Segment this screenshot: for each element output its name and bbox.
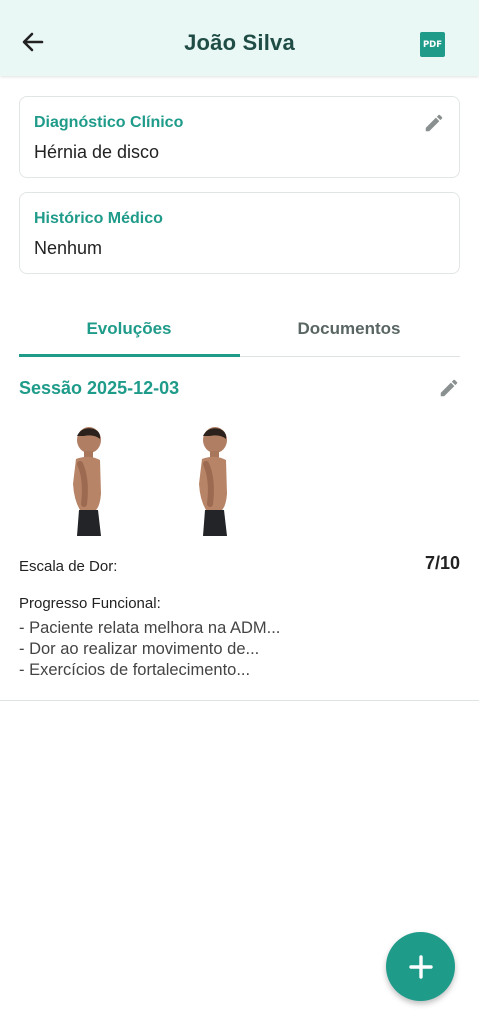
pain-scale-value: 7/10	[424, 553, 460, 573]
history-value: Nenhum	[34, 238, 103, 258]
tab-evolucoes[interactable]: Evoluções	[19, 307, 239, 357]
app-bar: João Silva PDF	[0, 0, 479, 76]
session-divider	[0, 700, 479, 701]
tab-documentos[interactable]: Documentos	[239, 307, 459, 357]
history-card: Histórico Médico Nenhum	[19, 192, 460, 274]
diagnosis-label: Diagnóstico Clínico	[34, 114, 184, 131]
plus-icon	[408, 954, 433, 979]
posture-photo[interactable]	[56, 424, 120, 538]
posture-photo[interactable]	[182, 424, 246, 538]
tab-bar: Evoluções Documentos	[19, 307, 460, 357]
progress-note-line: - Exercícios de fortalecimento...	[19, 661, 251, 679]
pain-scale-label: Escala de Dor:	[19, 558, 118, 575]
pdf-icon: PDF	[422, 39, 443, 50]
pdf-export-button[interactable]: PDF	[420, 32, 445, 57]
page-title: João Silva	[184, 30, 295, 55]
pencil-icon	[425, 114, 443, 132]
progress-notes: - Paciente relata melhora na ADM... - Do…	[19, 618, 280, 681]
progress-note-line: - Dor ao realizar movimento de...	[19, 640, 260, 658]
edit-diagnosis-button[interactable]	[423, 112, 445, 134]
progress-note-line: - Paciente relata melhora na ADM...	[19, 619, 281, 637]
history-label: Histórico Médico	[34, 210, 163, 227]
progress-label: Progresso Funcional:	[19, 595, 161, 612]
diagnosis-value: Hérnia de disco	[34, 142, 160, 162]
pencil-icon	[440, 379, 458, 397]
add-session-button[interactable]	[386, 932, 455, 1001]
edit-session-button[interactable]	[438, 377, 460, 399]
session-title: Sessão 2025-12-03	[19, 378, 180, 398]
diagnosis-card: Diagnóstico Clínico Hérnia de disco	[19, 96, 460, 178]
active-tab-indicator	[19, 354, 240, 357]
